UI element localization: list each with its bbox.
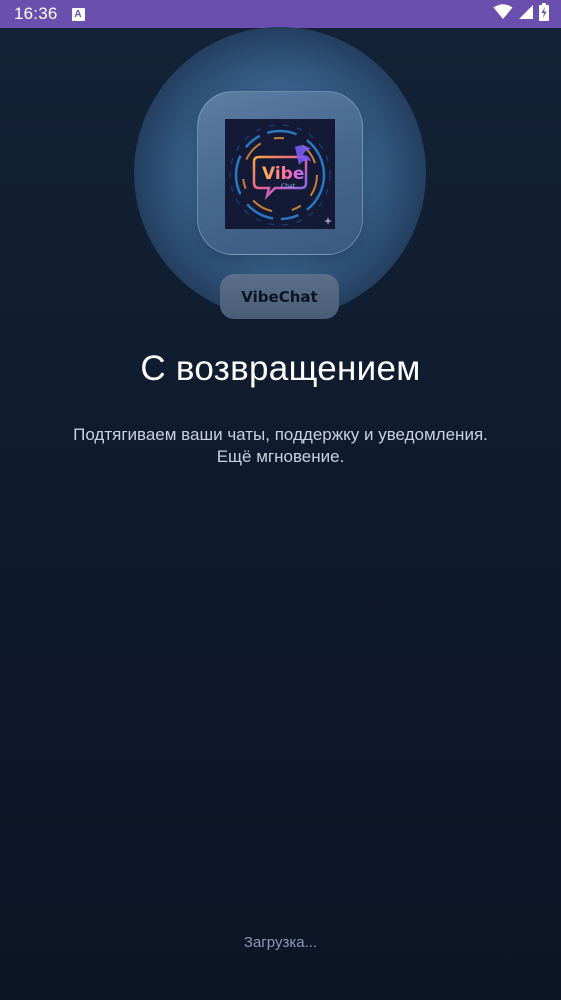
subtitle-line-2: Ещё мгновение. bbox=[216, 447, 345, 466]
battery-icon bbox=[539, 2, 549, 26]
status-bar: 16:36 A bbox=[0, 0, 561, 28]
welcome-title: С возвращением bbox=[140, 349, 421, 388]
status-time: 16:36 bbox=[14, 4, 58, 23]
logo-word: Vibe bbox=[262, 164, 304, 184]
wifi-icon bbox=[493, 3, 513, 25]
app-logo: Vibe Chat bbox=[225, 119, 335, 229]
app-name-badge: VibeChat bbox=[220, 274, 339, 319]
loading-text: Загрузка... bbox=[243, 934, 318, 951]
signal-icon bbox=[518, 4, 534, 25]
logo-subword: Chat bbox=[281, 183, 296, 190]
notification-icon: A bbox=[71, 7, 85, 21]
subtitle-line-1: Подтягиваем ваши чаты, поддержку и уведо… bbox=[73, 425, 488, 444]
app-logo-card: Vibe Chat bbox=[197, 91, 363, 255]
welcome-subtitle: Подтягиваем ваши чаты, поддержку и уведо… bbox=[20, 424, 541, 468]
status-icons bbox=[493, 2, 549, 26]
